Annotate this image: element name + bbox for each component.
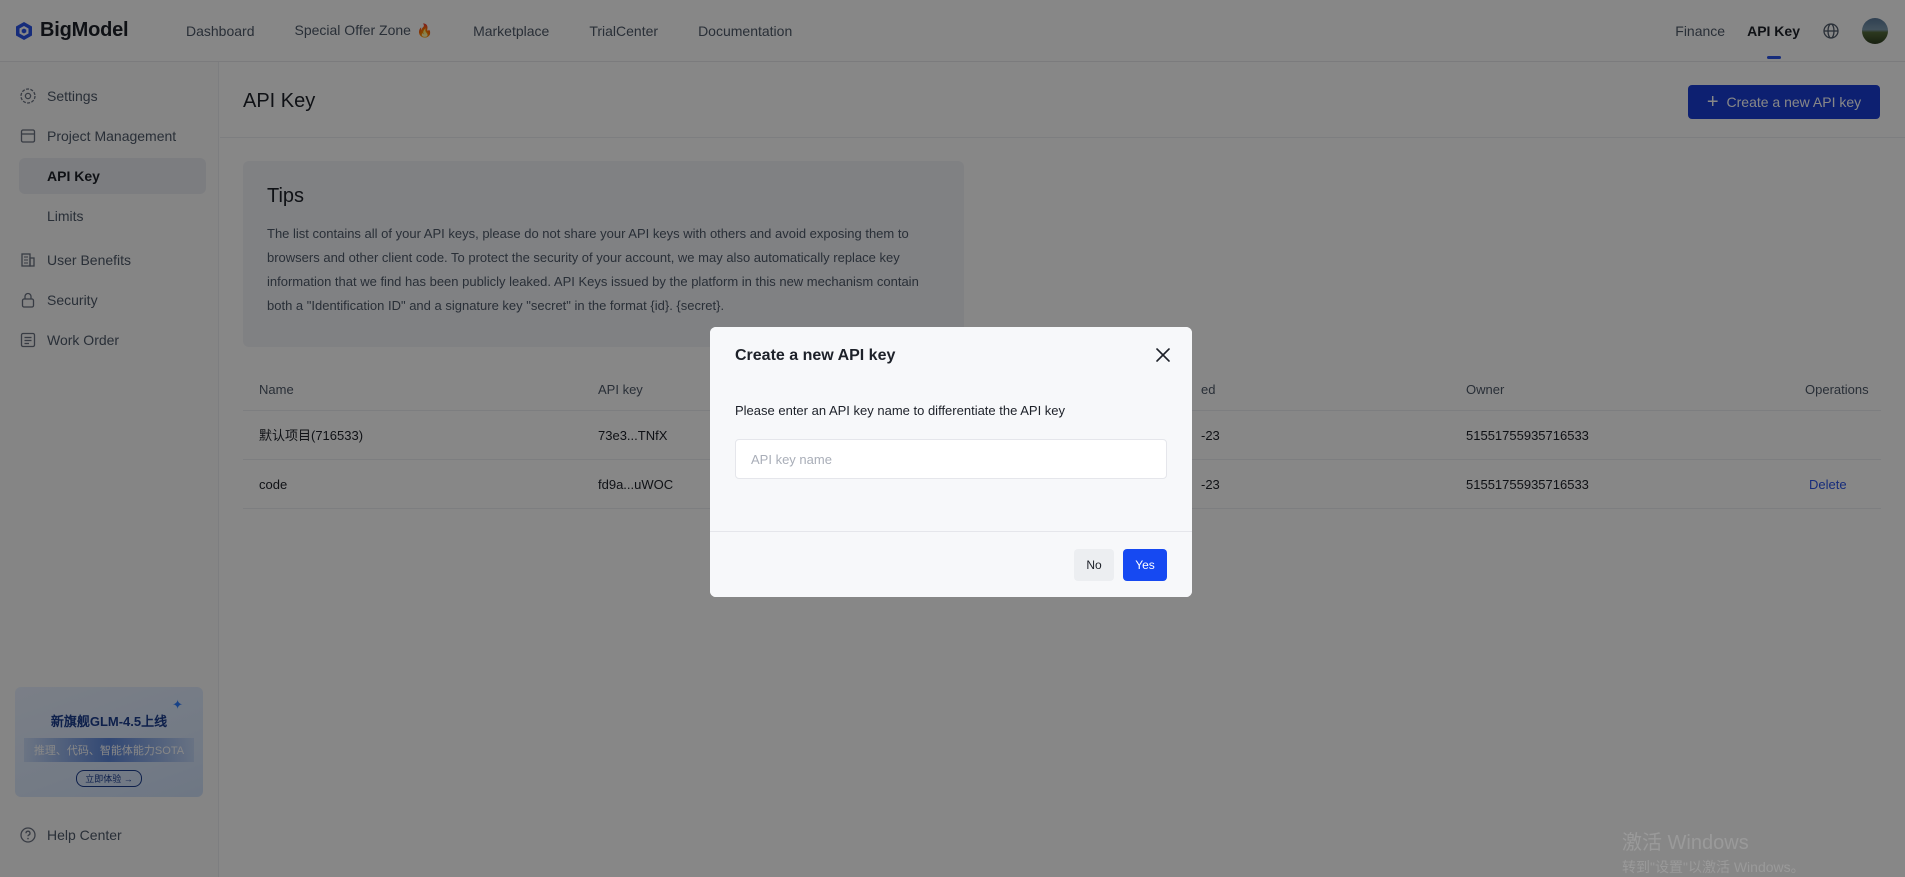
windows-activation-watermark: 激活 Windows 转到"设置"以激活 Windows。: [1622, 826, 1805, 877]
create-api-key-dialog: Create a new API key Please enter an API…: [710, 327, 1192, 597]
close-icon[interactable]: [1155, 347, 1171, 363]
watermark-line-1: 激活 Windows: [1622, 832, 1749, 854]
dialog-title: Create a new API key: [735, 347, 896, 364]
watermark-line-2: 转到"设置"以激活 Windows。: [1622, 859, 1805, 875]
no-button[interactable]: No: [1074, 549, 1114, 581]
yes-button[interactable]: Yes: [1123, 549, 1167, 581]
dialog-footer: No Yes: [710, 531, 1192, 597]
dialog-body: Create a new API key Please enter an API…: [710, 327, 1192, 531]
api-key-name-input[interactable]: [735, 439, 1167, 479]
dialog-description: Please enter an API key name to differen…: [735, 403, 1066, 418]
